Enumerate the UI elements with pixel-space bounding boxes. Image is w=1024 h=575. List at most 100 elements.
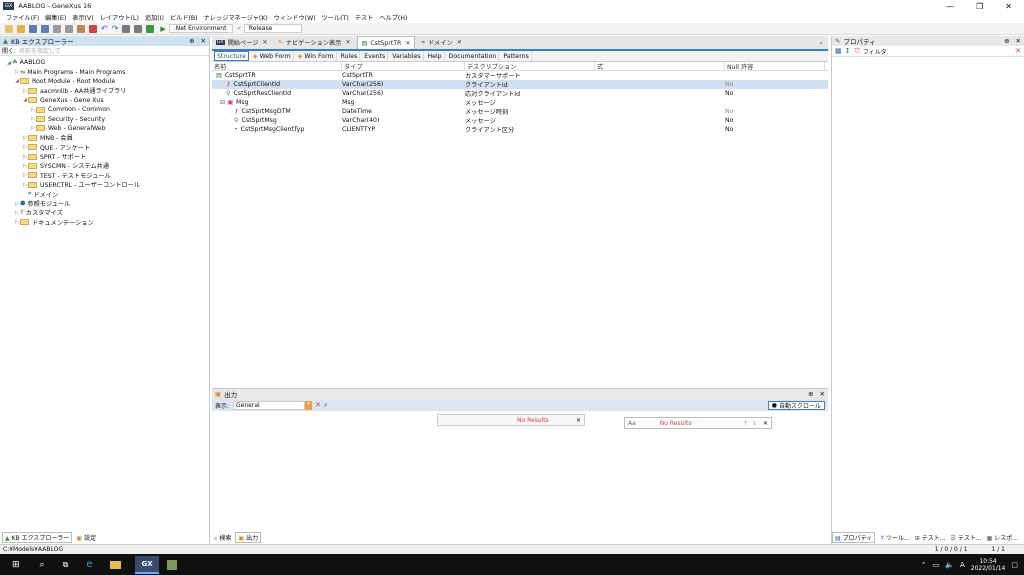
tab-settings[interactable]: ▣ 設定 [76, 533, 96, 542]
tab-search[interactable]: ⌕ 検索 [214, 533, 231, 543]
subtab-rules[interactable]: Rules [339, 51, 361, 61]
tab-start-page[interactable]: GX 開始ページ ✕ [212, 36, 272, 49]
categorized-icon[interactable]: ▦ [835, 47, 842, 55]
environment-select[interactable]: .Net Environment [168, 24, 233, 33]
tab-response[interactable]: ▦ レスポ... [987, 533, 1018, 542]
paste-icon[interactable] [77, 24, 85, 33]
tree-item[interactable]: ◢ GeneXus - Gene Xus [6, 96, 209, 105]
tree-item[interactable]: ▷ TEST - テストモジュール [6, 171, 209, 180]
windows-start-icon[interactable]: ⊞ [12, 560, 20, 570]
close-find-icon[interactable]: ✕ [576, 417, 581, 424]
subtab-variables[interactable]: Variables [390, 51, 424, 61]
subtab-patterns[interactable]: Patterns [501, 51, 532, 61]
table-row[interactable]: • CstSprtMsgClientTyp CLIENTTYP クライアント区分 … [212, 125, 828, 134]
filter-input[interactable]: フィルタ [863, 47, 887, 56]
menu-file[interactable]: ファイル(F) [6, 13, 39, 22]
table-row[interactable]: ▤ CstSprtTR CstSprtTR カスタマーサポート [212, 71, 828, 80]
table-row[interactable]: ⚷ CstSprtMsgDTM DateTime メッセージ時刻 No [212, 107, 828, 116]
close-tab-icon[interactable]: ✕ [345, 39, 350, 46]
menu-test[interactable]: テスト [355, 13, 374, 22]
cut-icon[interactable] [53, 24, 61, 33]
ime-indicator[interactable]: A [960, 561, 965, 569]
subtab-documentation[interactable]: Documentation [447, 51, 500, 61]
search-icon[interactable]: ⌕ [40, 560, 45, 570]
close-panel-icon[interactable]: ✕ [201, 37, 206, 45]
menu-edit[interactable]: 編集(E) [45, 13, 66, 22]
minimize-icon[interactable]: — [946, 2, 954, 11]
autoscroll-button[interactable]: ● 自動スクロール [767, 400, 825, 410]
output-source-select[interactable]: General [233, 400, 306, 410]
genexus-taskbar-icon[interactable]: GX [135, 555, 159, 574]
collapse-icon[interactable]: ⊟ [220, 99, 225, 106]
task-view-icon[interactable]: ⧉ [63, 560, 69, 570]
clock[interactable]: 10:54 2022/01/14 [971, 558, 1006, 572]
volume-icon[interactable]: 🔈 [945, 561, 954, 569]
tab-cstsprttr[interactable]: ▤ CstSprtTR ✕ [356, 36, 416, 49]
run-icon[interactable] [146, 24, 155, 33]
tab-kb-explorer[interactable]: ▲ KB エクスプローラー [2, 532, 73, 543]
table-row[interactable]: ⚲ CstSprtMsg VarChar(40) メッセージ No [212, 116, 828, 125]
menu-help[interactable]: ヘルプ(H) [379, 13, 407, 22]
copy-icon[interactable] [65, 24, 73, 33]
close-tab-icon[interactable]: ✕ [457, 39, 462, 46]
tree-item[interactable]: ◢ Root Module - Root Module [6, 77, 209, 86]
match-case-icon[interactable]: Aa [628, 420, 636, 427]
tab-domain[interactable]: ⌗ ドメイン ✕ [417, 36, 465, 49]
close-icon[interactable]: ✕ [1005, 2, 1012, 11]
tree-item[interactable]: ▷ ⇆ Main Programs - Main Programs [6, 67, 209, 76]
subtab-structure[interactable]: Structure [214, 51, 249, 61]
play-icon[interactable]: ▶ [160, 25, 165, 33]
find-next-icon[interactable]: ↓ [752, 420, 757, 427]
new-icon[interactable] [5, 24, 13, 33]
table-row[interactable]: ⚲ CstSprtResClientId VarChar(256) 応対クライアン… [212, 89, 828, 98]
tab-test-2[interactable]: ☰ テスト... [950, 533, 981, 542]
tab-output[interactable]: ▣ 出力 [235, 532, 262, 543]
close-panel-icon[interactable]: ✕ [820, 390, 825, 398]
subtab-web-form[interactable]: ◈ Web Form [251, 51, 294, 61]
tab-navigation-view[interactable]: ✎ ナビゲーション表示 ✕ [274, 36, 355, 49]
save-icon[interactable] [29, 24, 37, 33]
clear-icon[interactable]: ✕ [315, 401, 321, 409]
menu-layout[interactable]: レイアウト(L) [100, 13, 139, 22]
build-icon[interactable] [122, 24, 131, 33]
menu-knowledge-manager[interactable]: ナレッジマネージャ(K) [204, 13, 268, 22]
tree-item[interactable]: ▷ Web - GeneralWeb [6, 124, 209, 133]
rebuild-icon[interactable] [134, 24, 143, 33]
tree-item[interactable]: ▷ MNB - 会員 [6, 133, 209, 142]
tab-toolbox[interactable]: Y ツール... [880, 533, 909, 542]
subtab-win-form[interactable]: ◈ Win Form [296, 51, 337, 61]
tree-item[interactable]: ▷ Y カスタマイズ [6, 208, 209, 217]
table-row[interactable]: ⚷ CstSprtClientId VarChar(256) クライアントId N… [212, 80, 828, 89]
tab-list-icon[interactable]: ⌄ [818, 38, 824, 46]
close-panel-icon[interactable]: ✕ [1016, 37, 1021, 45]
tree-item[interactable]: ▷ QUE - アンケート [6, 143, 209, 152]
column-header-nullable[interactable]: Null 許容 [725, 62, 825, 71]
pin-icon[interactable]: ⊕ [808, 390, 813, 398]
tree-item[interactable]: ▷ Common - Common [6, 105, 209, 114]
close-find-icon[interactable]: ✕ [763, 420, 768, 427]
app-taskbar-icon[interactable] [166, 559, 177, 570]
menu-insert[interactable]: 追加(I) [145, 13, 164, 22]
alphabetical-icon[interactable]: ↕ [845, 47, 851, 55]
tab-properties[interactable]: ▤ プロパティ [832, 532, 876, 543]
menu-window[interactable]: ウィンドウ(W) [274, 13, 316, 22]
notification-icon[interactable]: ▢ [1011, 561, 1018, 569]
delete-icon[interactable] [89, 24, 97, 33]
tree-item[interactable]: ▷ SPRT - サポート [6, 152, 209, 161]
tree-item[interactable]: ◢ ☘ AABLOG [6, 58, 209, 67]
open-icon[interactable] [17, 24, 25, 33]
open-input[interactable]: 名前を指定して [19, 46, 61, 55]
pin-icon[interactable]: ⊕ [189, 37, 194, 45]
close-tab-icon[interactable]: ✕ [405, 40, 410, 47]
subtab-help[interactable]: Help [426, 51, 445, 61]
tree-item[interactable]: ▷ SYSCMN - システム共通 [6, 161, 209, 170]
tree-item[interactable]: ▷ ドキュメンテーション [6, 218, 209, 227]
tray-chevron-icon[interactable]: ⌃ [921, 561, 927, 569]
table-row[interactable]: ⊟ ▣ Msg Msg メッセージ [212, 98, 828, 107]
column-header-type[interactable]: タイプ [342, 62, 465, 71]
tab-test-1[interactable]: ⊞ テスト... [915, 533, 946, 542]
edge-icon[interactable]: e [86, 559, 92, 570]
dropdown-icon[interactable]: ▾ [305, 400, 313, 410]
subtab-events[interactable]: Events [362, 51, 389, 61]
configuration-select[interactable]: Release [243, 24, 302, 33]
